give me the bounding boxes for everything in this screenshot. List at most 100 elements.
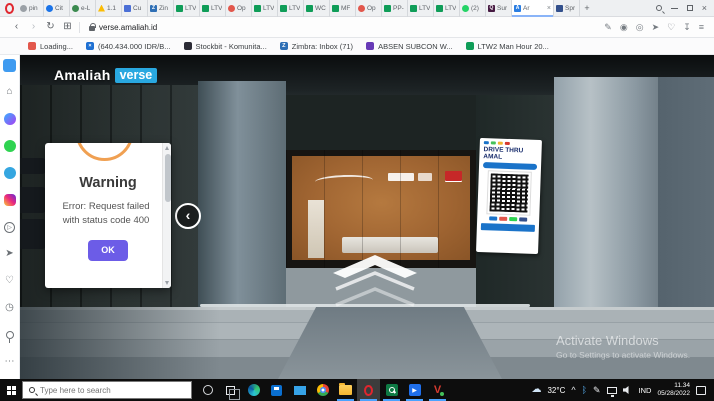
bluetooth-icon[interactable]: ᛒ — [582, 386, 587, 395]
new-tab-button[interactable]: + — [580, 3, 594, 13]
mail-button[interactable] — [288, 379, 311, 401]
telegram-icon[interactable] — [3, 166, 17, 180]
browser-tab[interactable]: MF — [330, 0, 356, 17]
tour-menu-button[interactable] — [20, 187, 46, 213]
v-app-button[interactable]: V — [426, 379, 449, 401]
bookmark-item[interactable]: × (640.434.000 IDR/B... — [86, 42, 171, 51]
my-flow-icon[interactable]: ➤ — [652, 23, 660, 32]
reload-button[interactable]: ↻ — [42, 22, 59, 32]
favorite-heart-icon[interactable]: ♡ — [667, 23, 675, 32]
browser-tab[interactable]: (2) — [460, 0, 486, 17]
browser-tab[interactable]: LTV — [408, 0, 434, 17]
bookmark-item[interactable]: Loading... — [28, 42, 73, 51]
share-page-icon[interactable]: ✎ — [604, 23, 612, 32]
chrome-button[interactable] — [311, 379, 334, 401]
opera-button[interactable] — [357, 379, 380, 401]
movies-tv-icon: ▶ — [409, 384, 421, 396]
panels-icon[interactable]: ≡ — [699, 23, 704, 32]
scroll-up-icon[interactable] — [165, 146, 169, 150]
minimize-button[interactable] — [671, 8, 678, 9]
tour-menu-button[interactable] — [20, 219, 46, 249]
url-text[interactable]: verse.amaliah.id — [99, 23, 157, 32]
language-indicator[interactable]: IND — [639, 386, 652, 395]
move-forward-hotspot[interactable] — [320, 253, 430, 316]
browser-tab[interactable]: Cu — [122, 0, 148, 17]
date-text: 05/28/2022 — [657, 390, 690, 397]
bookmark-item[interactable]: Z Zimbra: Inbox (71) — [280, 42, 353, 51]
tour-menu-button[interactable] — [20, 158, 46, 174]
dialog-scrollbar[interactable] — [162, 143, 171, 288]
browser-tab[interactable]: LTV — [434, 0, 460, 17]
browser-tab[interactable]: LTV — [252, 0, 278, 17]
start-button[interactable] — [0, 379, 22, 401]
browser-tab[interactable]: e-L — [70, 0, 96, 17]
scroll-down-icon[interactable] — [165, 281, 169, 285]
task-view-button[interactable] — [219, 379, 242, 401]
browser-tab[interactable]: Q Sur — [486, 0, 512, 17]
home-icon[interactable]: ⌂ — [3, 85, 17, 99]
tray-overflow-chevron-icon[interactable]: ^ — [571, 386, 575, 395]
workspaces-button[interactable]: ⊞ — [59, 22, 76, 32]
action-center-icon[interactable] — [696, 386, 706, 395]
browser-tab[interactable]: Z Zin — [148, 0, 174, 17]
messenger-icon[interactable] — [3, 112, 17, 126]
bookmark-item[interactable]: ABSEN SUBCON W... — [366, 42, 453, 51]
watermark-line2: Go to Settings to activate Windows. — [556, 350, 690, 360]
ok-button[interactable]: OK — [88, 240, 128, 261]
maximize-button[interactable] — [687, 5, 693, 11]
flow-icon[interactable]: ➤ — [3, 247, 17, 261]
tab-close-icon[interactable]: × — [547, 5, 551, 12]
player-icon[interactable]: ▷ — [3, 220, 17, 234]
speed-dial-icon[interactable] — [3, 58, 17, 72]
key-app-button[interactable] — [380, 379, 403, 401]
store-button[interactable] — [265, 379, 288, 401]
browser-tab[interactable]: Op — [226, 0, 252, 17]
bookmark-item[interactable]: LTW2 Man Hour 20... — [466, 42, 549, 51]
standee-title-line2: AMAL — [483, 153, 537, 162]
temperature-text[interactable]: 32°C — [547, 386, 565, 395]
browser-tab[interactable]: Op — [356, 0, 382, 17]
browser-tab[interactable]: pin — [18, 0, 44, 17]
browser-tab[interactable]: Cit — [44, 0, 70, 17]
history-icon[interactable]: ◷ — [3, 301, 17, 315]
movies-tv-button[interactable]: ▶ — [403, 379, 426, 401]
rotate-left-hotspot[interactable]: ‹ — [175, 203, 201, 229]
network-display-icon[interactable] — [607, 387, 617, 394]
whatsapp-icon[interactable] — [3, 139, 17, 153]
browser-tab[interactable]: WC — [304, 0, 330, 17]
address-bar[interactable]: verse.amaliah.id — [89, 23, 604, 32]
forward-button[interactable]: › — [25, 22, 42, 32]
badge-icon[interactable]: ◎ — [636, 23, 644, 32]
edge-button[interactable] — [242, 379, 265, 401]
cortana-button[interactable] — [196, 379, 219, 401]
pinboards-icon[interactable] — [3, 328, 17, 342]
scroll-thumb[interactable] — [165, 154, 171, 202]
more-icon[interactable]: ⋯ — [3, 355, 17, 369]
tab-search-icon[interactable] — [656, 5, 662, 11]
weather-icon[interactable]: ☁ — [531, 385, 541, 395]
back-button[interactable]: ‹ — [8, 22, 25, 32]
browser-tab[interactable]: Spr — [554, 0, 580, 17]
browser-tab[interactable]: A Ar × — [512, 0, 554, 17]
downloads-icon[interactable]: ↧ — [683, 23, 691, 32]
volume-icon[interactable] — [623, 386, 633, 394]
close-window-button[interactable]: × — [702, 4, 707, 13]
browser-tab[interactable]: LTV — [278, 0, 304, 17]
search-input[interactable] — [40, 386, 160, 395]
browser-tab[interactable]: LTV — [174, 0, 200, 17]
bookmark-item[interactable]: Stockbit - Komunita... — [184, 42, 267, 51]
clock[interactable]: 11.34 05/28/2022 — [657, 382, 690, 399]
drive-thru-standee: DRIVE THRU AMAL — [476, 138, 542, 254]
browser-tab[interactable]: PP- — [382, 0, 408, 17]
browser-tab[interactable]: 1.1 — [96, 0, 122, 17]
file-explorer-button[interactable] — [334, 379, 357, 401]
pen-icon[interactable]: ✎ — [593, 386, 601, 395]
virtual-tour-viewport[interactable]: DRIVE THRU AMAL Amaliah verse ‹ — [20, 55, 714, 379]
tab-title: Cit — [55, 5, 63, 12]
taskbar-search[interactable] — [22, 381, 192, 399]
opera-menu-button[interactable] — [0, 0, 18, 17]
instagram-icon[interactable] — [3, 193, 17, 207]
snapshot-icon[interactable]: ◉ — [620, 23, 628, 32]
browser-tab[interactable]: LTV — [200, 0, 226, 17]
bookmarks-heart-icon[interactable]: ♡ — [3, 274, 17, 288]
